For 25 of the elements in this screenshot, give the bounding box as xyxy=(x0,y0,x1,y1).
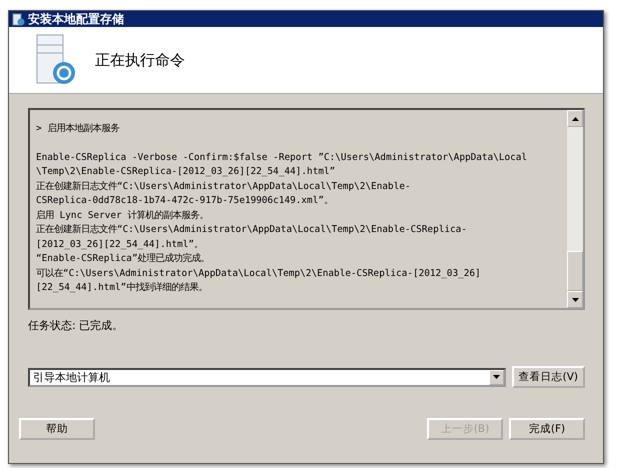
dialog-button[interactable]: 帮助 xyxy=(19,418,95,440)
scroll-thumb[interactable] xyxy=(567,251,583,291)
down-arrow-icon xyxy=(572,298,578,302)
scroll-up-button[interactable] xyxy=(567,110,583,127)
task-status: 任务状态: 已完成。 xyxy=(28,318,124,333)
up-arrow-icon xyxy=(572,116,578,120)
log-line: 正在创建新日志文件“C:\Users\Administrator\AppData\Local\Temp\2\Enable- xyxy=(36,180,412,194)
log-line: “Enable-CSReplica”处理已成功完成。 xyxy=(36,252,211,266)
app-icon xyxy=(12,12,25,26)
log-line: 正在创建新日志文件“C:\Users\Administrator\AppData\Local\Temp\2\Enable-CSReplica- xyxy=(36,223,468,237)
log-line: 可以在“C:\Users\Administrator\AppData\Local\Temp\2\Enable-CSReplica-[2012_03_26] xyxy=(36,266,482,280)
log-line: 启用 Lync Server 计算机的副本服务。 xyxy=(36,208,210,222)
log-line: [22_54_44].html”中找到详细的结果。 xyxy=(36,281,208,295)
scroll-down-button[interactable] xyxy=(567,291,583,308)
log-line: \Temp\2\Enable-CSReplica-[2012_03_26][22_54_44].html” xyxy=(36,165,336,179)
log-line: Enable-CSReplica -Verbose -Confirm:$false -Report ”C:\Users\Administrator\AppData\Local xyxy=(36,150,528,164)
log-line: [2012_03_26][22_54_44].html”。 xyxy=(36,238,204,252)
window-title: 安装本地配置存储 xyxy=(28,10,124,28)
dropdown[interactable]: 引导本地计算机 xyxy=(28,368,506,386)
header-title: 正在执行命令 xyxy=(95,50,185,70)
view-log-button[interactable]: 查看日志(V) xyxy=(512,366,585,388)
log-section-title: > 启用本地副本服务 xyxy=(36,122,120,136)
dialog-button[interactable]: 完成(F) xyxy=(509,418,585,440)
log-line: CSReplica-0dd78c18-1b74-472c-917b-75e19906c149.xml”。 xyxy=(36,194,334,208)
scrollbar[interactable] xyxy=(567,110,583,308)
